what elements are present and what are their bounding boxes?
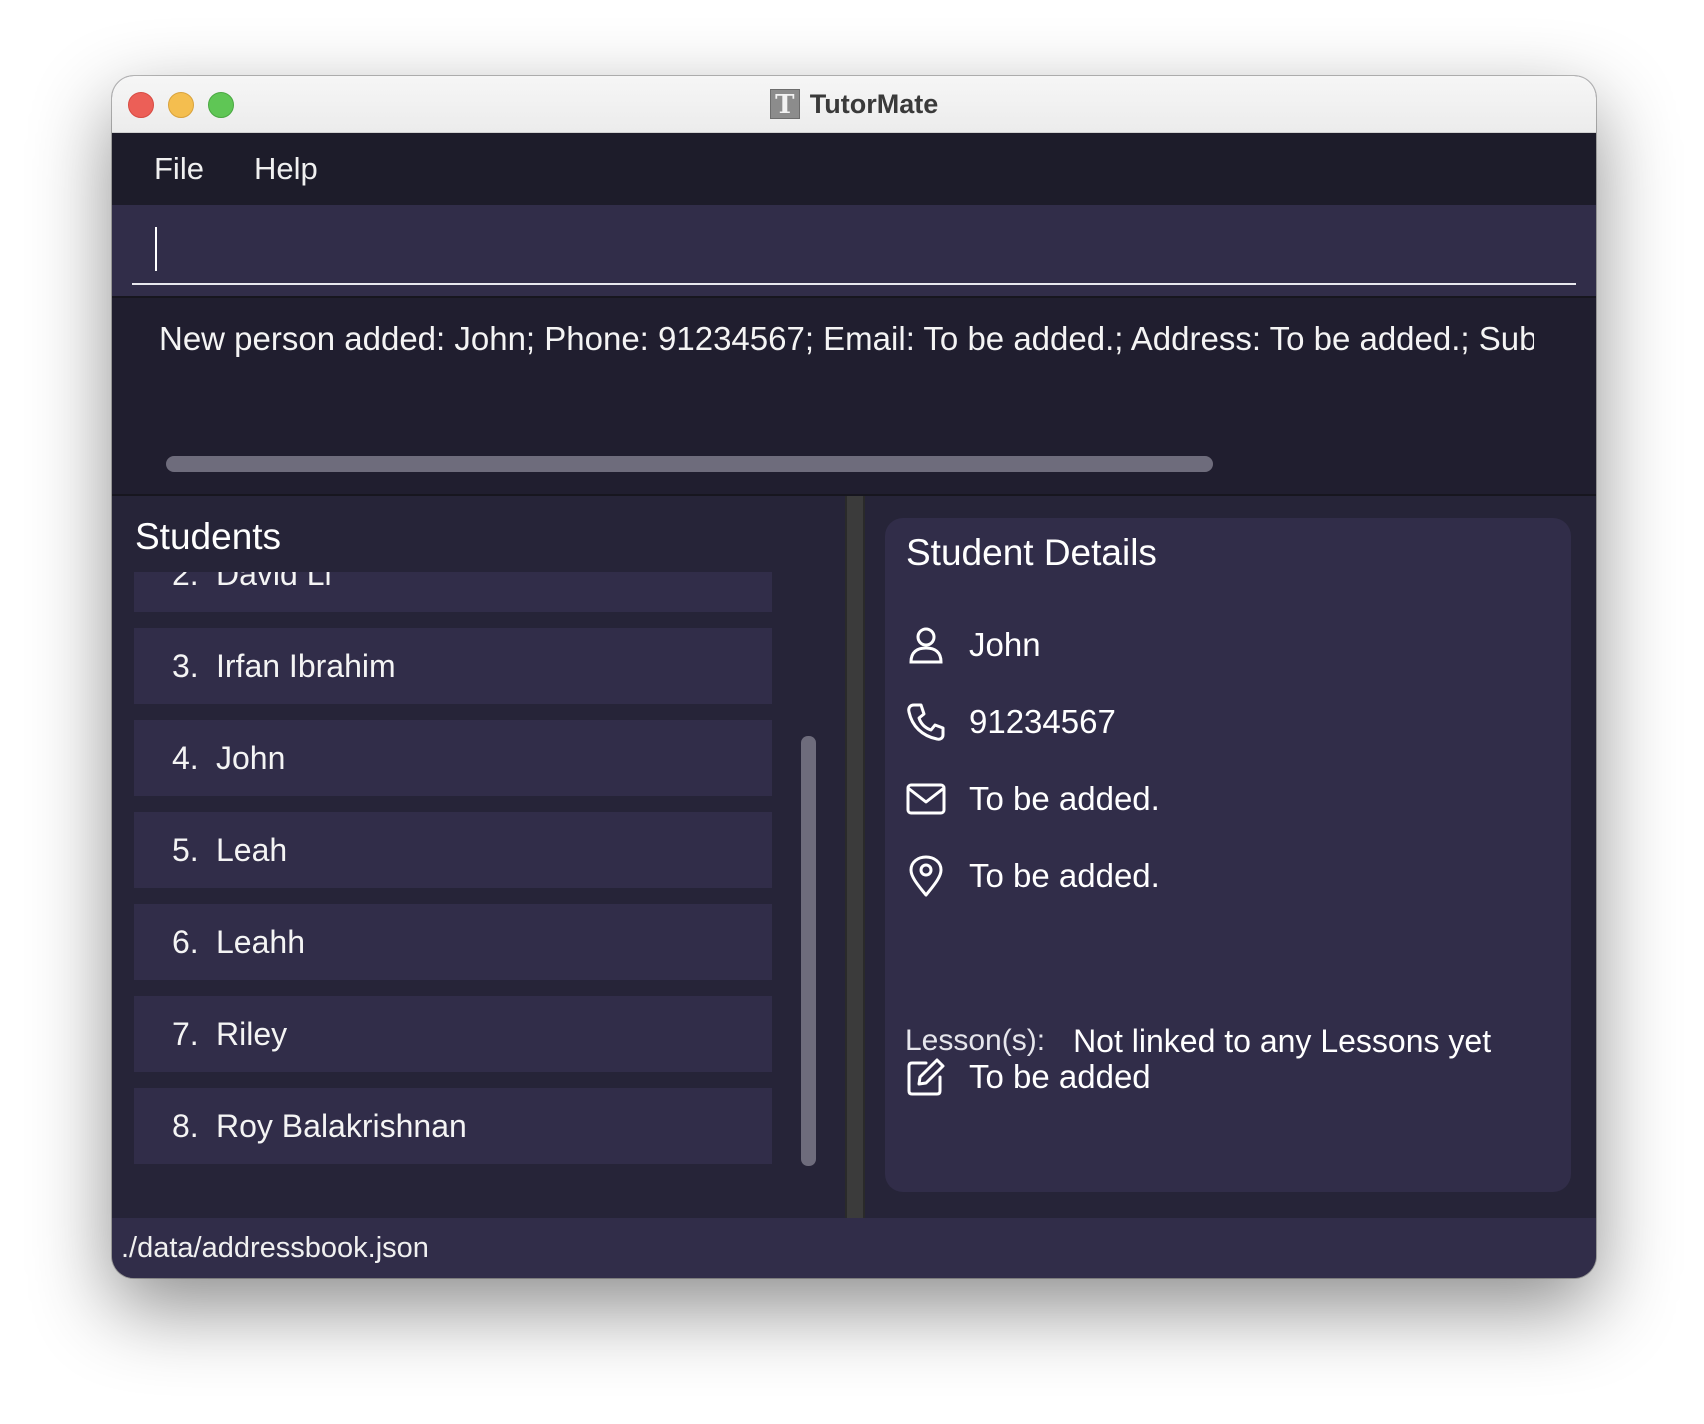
detail-address: To be added. [969,857,1160,894]
student-name: Leah [216,832,288,868]
student-name: David Li [216,572,332,592]
student-index: 2. [172,572,199,592]
student-name: Leahh [216,924,305,960]
edit-icon [905,1056,947,1098]
detail-remark-row: To be added [905,1052,1151,1102]
student-index: 4. [172,740,199,776]
student-list: 2. David Li 3. Irfan Ibrahim 4. John 5. … [134,572,774,1180]
student-name: Irfan Ibrahim [216,648,396,684]
status-bar: ./data/addressbook.json [112,1218,1596,1278]
title-bar: T TutorMate [112,76,1596,133]
student-index: 5. [172,832,199,868]
result-message: New person added: John; Phone: 91234567;… [159,320,1534,357]
student-list-item[interactable]: 3. Irfan Ibrahim [134,628,772,704]
detail-phone-row: 91234567 [905,697,1116,747]
text-caret [155,227,157,271]
menu-bar: File Help [112,133,1596,205]
app-logo-icon: T [769,89,800,120]
student-index: 3. [172,648,199,684]
result-horizontal-scrollbar[interactable] [166,456,1213,472]
window-title-group: T TutorMate [112,76,1596,132]
phone-icon [905,701,947,743]
details-panel: Student Details John 91234567 To be adde… [865,496,1596,1218]
app-window: T TutorMate File Help New person added: … [112,76,1596,1278]
window-title: TutorMate [809,88,939,119]
student-index: 6. [172,924,199,960]
details-title: Student Details [906,532,1157,573]
person-icon [905,624,947,666]
data-file-path: ./data/addressbook.json [121,1232,429,1264]
student-details-card: Student Details John 91234567 To be adde… [885,518,1571,1192]
detail-remark: To be added [969,1058,1151,1095]
mail-icon [905,778,947,820]
location-pin-icon [905,855,947,897]
detail-name: John [969,626,1041,663]
menu-help[interactable]: Help [254,133,318,205]
student-name: John [216,740,286,776]
student-list-item[interactable]: 8. Roy Balakrishnan [134,1088,772,1164]
menu-file[interactable]: File [154,133,204,205]
detail-email: To be added. [969,780,1160,817]
student-list-scrollbar[interactable] [801,736,816,1166]
student-name: Riley [216,1016,288,1052]
result-display: New person added: John; Phone: 91234567;… [112,296,1596,496]
detail-name-row: John [905,620,1041,670]
students-title: Students [135,516,282,557]
students-panel: Students 2. David Li 3. Irfan Ibrahim 4.… [112,496,845,1218]
detail-email-row: To be added. [905,774,1160,824]
student-list-item[interactable]: 6. Leahh [134,904,772,980]
split-pane-divider[interactable] [845,496,865,1218]
student-list-item[interactable]: 5. Leah [134,812,772,888]
student-index: 7. [172,1016,199,1052]
student-index: 8. [172,1108,199,1144]
student-list-item[interactable]: 4. John [134,720,772,796]
detail-address-row: To be added. [905,851,1160,901]
student-name: Roy Balakrishnan [216,1108,467,1144]
student-list-item[interactable]: 7. Riley [134,996,772,1072]
command-input[interactable] [132,205,1576,285]
command-box-container [112,205,1596,296]
detail-phone: 91234567 [969,703,1116,740]
student-list-item[interactable]: 2. David Li [134,572,772,612]
